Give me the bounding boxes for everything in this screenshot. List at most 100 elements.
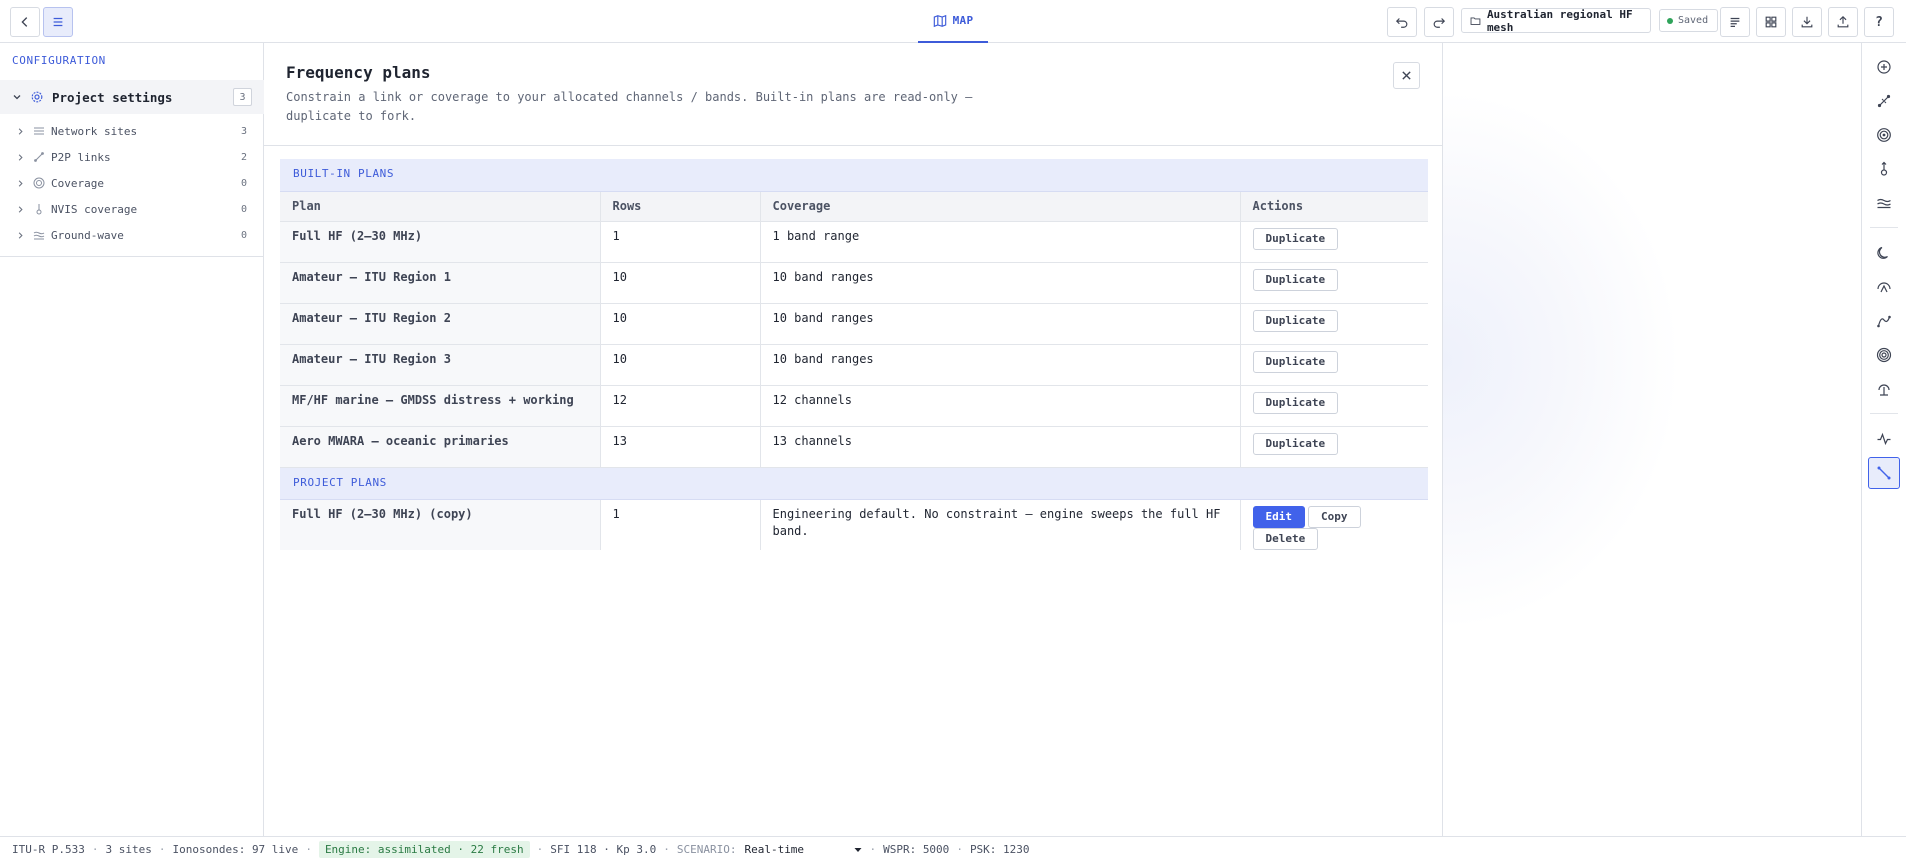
duplicate-button[interactable]: Duplicate xyxy=(1252,309,1339,332)
plan-name: Full HF (2–30 MHz) xyxy=(280,221,601,263)
antenna-tool-button[interactable] xyxy=(1868,373,1900,405)
project-selector[interactable]: Australian regional HF mesh xyxy=(1461,7,1651,34)
table-row: Amateur — ITU Region 2 10 10 band ranges… xyxy=(280,303,1428,345)
layout-grid-button[interactable] xyxy=(1756,7,1786,37)
plan-rows: 10 xyxy=(600,344,761,386)
night-mode-button[interactable] xyxy=(1868,237,1900,269)
add-circle-icon xyxy=(1877,60,1891,74)
panel-divider xyxy=(264,145,1443,146)
frequency-plans-icon xyxy=(1877,466,1891,480)
plan-actions: Duplicate xyxy=(1240,262,1428,304)
sidebar-item-label: P2P links xyxy=(51,150,111,164)
duplicate-button[interactable]: Duplicate xyxy=(1252,268,1339,291)
chevron-right-icon xyxy=(18,153,23,161)
skywave-tool-button[interactable] xyxy=(1868,271,1900,303)
help-button[interactable]: ? xyxy=(1864,7,1894,37)
delete-button[interactable]: Delete xyxy=(1252,527,1319,550)
sidebar-item-ground-wave[interactable]: Ground-wave 0 xyxy=(0,222,264,248)
caret-down-icon xyxy=(854,847,862,852)
network-sites-icon xyxy=(34,127,44,135)
sidebar-item-label: NVIS coverage xyxy=(51,202,138,216)
table-row: MF/HF marine — GMDSS distress + working … xyxy=(280,385,1428,427)
edit-button[interactable]: Edit xyxy=(1252,505,1305,528)
plan-actions: Duplicate xyxy=(1240,221,1428,263)
sidebar-item-project-settings[interactable]: Project settings 3 xyxy=(0,80,264,114)
sidebar-item-p2p-links[interactable]: P2P links 2 xyxy=(0,144,264,170)
chevron-down-icon xyxy=(13,95,21,100)
plan-coverage: 10 band ranges xyxy=(759,303,1241,345)
path-tool-button[interactable] xyxy=(1868,305,1900,337)
sidebar-title: CONFIGURATION xyxy=(12,54,106,67)
add-link-button[interactable] xyxy=(1868,85,1900,117)
status-bar: ITU-R P.533 · 3 sites · Ionosondes: 97 l… xyxy=(0,836,1906,862)
plan-actions: Duplicate xyxy=(1240,426,1428,468)
menu-toggle-button[interactable] xyxy=(43,7,73,37)
notes-button[interactable] xyxy=(1720,7,1750,37)
plan-name: Aero MWARA — oceanic primaries xyxy=(280,426,601,468)
sidebar-item-network-sites[interactable]: Network sites 3 xyxy=(0,118,264,144)
scenario-select[interactable]: Real-time xyxy=(744,843,862,856)
sidebar-item-coverage[interactable]: Coverage 0 xyxy=(0,170,264,196)
plan-coverage: Engineering default. No constraint — eng… xyxy=(759,499,1241,550)
plan-actions: Duplicate xyxy=(1240,385,1428,427)
frequency-plans-tool-button[interactable] xyxy=(1868,457,1900,489)
duplicate-button[interactable]: Duplicate xyxy=(1252,350,1339,373)
folder-icon xyxy=(1470,16,1481,25)
duplicate-button[interactable]: Duplicate xyxy=(1252,432,1339,455)
project-name: Australian regional HF mesh xyxy=(1486,7,1633,34)
status-separator: · xyxy=(869,843,877,856)
sidebar-item-label: Network sites xyxy=(51,124,138,138)
antenna-icon xyxy=(1878,384,1890,396)
duplicate-button[interactable]: Duplicate xyxy=(1252,391,1339,414)
plan-coverage: 1 band range xyxy=(759,221,1241,263)
undo-button[interactable] xyxy=(1387,7,1417,37)
map-canvas[interactable] xyxy=(1443,43,1861,836)
status-separator: · xyxy=(663,843,670,856)
rings-tool-button[interactable] xyxy=(1868,339,1900,371)
column-header-actions: Actions xyxy=(1240,191,1428,222)
moon-icon xyxy=(1877,246,1888,259)
plan-rows: 13 xyxy=(600,426,761,468)
section-label: PROJECT PLANS xyxy=(280,467,1428,500)
nvis-icon xyxy=(36,204,42,215)
sidebar-item-nvis-coverage[interactable]: NVIS coverage 0 xyxy=(0,196,264,222)
link-icon xyxy=(1877,94,1891,108)
ground-wave-tool-button[interactable] xyxy=(1868,187,1900,219)
column-header-rows: Rows xyxy=(600,191,761,222)
nvis-tool-button[interactable] xyxy=(1868,153,1900,185)
download-button[interactable] xyxy=(1792,7,1822,37)
coverage-tool-button[interactable] xyxy=(1868,119,1900,151)
redo-button[interactable] xyxy=(1424,7,1454,37)
panel-description: Constrain a link or coverage to your all… xyxy=(286,90,973,123)
sidebar-item-label: Coverage xyxy=(51,176,104,190)
scenario-label: SCENARIO: xyxy=(676,843,737,856)
status-sites: 3 sites xyxy=(105,843,152,856)
close-panel-button[interactable] xyxy=(1393,62,1420,89)
chevron-right-icon xyxy=(18,205,23,213)
copy-button[interactable]: Copy xyxy=(1308,505,1361,528)
tab-map[interactable]: MAP xyxy=(918,0,988,43)
add-site-button[interactable] xyxy=(1868,51,1900,83)
ground-wave-icon xyxy=(1877,198,1891,209)
plan-coverage: 10 band ranges xyxy=(759,344,1241,386)
plan-rows: 10 xyxy=(600,303,761,345)
gear-icon xyxy=(31,91,43,103)
duplicate-button[interactable]: Duplicate xyxy=(1252,227,1339,250)
menu-icon xyxy=(53,17,63,27)
chevron-left-icon xyxy=(21,17,28,27)
p2p-link-icon xyxy=(34,152,44,162)
column-header-coverage: Coverage xyxy=(760,191,1241,222)
plan-name: Amateur — ITU Region 2 xyxy=(280,303,601,345)
table-row: Full HF (2–30 MHz) (copy) 1 Engineering … xyxy=(280,499,1428,550)
saved-dot-icon xyxy=(1667,17,1673,24)
plan-coverage: 12 channels xyxy=(759,385,1241,427)
sidebar-item-label: Ground-wave xyxy=(51,228,124,242)
table-row: Aero MWARA — oceanic primaries 13 13 cha… xyxy=(280,426,1428,468)
nvis-icon xyxy=(1880,161,1888,176)
download-icon xyxy=(1801,16,1813,28)
back-button[interactable] xyxy=(10,7,40,37)
upload-button[interactable] xyxy=(1828,7,1858,37)
status-separator: · xyxy=(158,843,166,856)
activity-tool-button[interactable] xyxy=(1868,423,1900,455)
sidebar-project-label: Project settings xyxy=(52,89,173,105)
